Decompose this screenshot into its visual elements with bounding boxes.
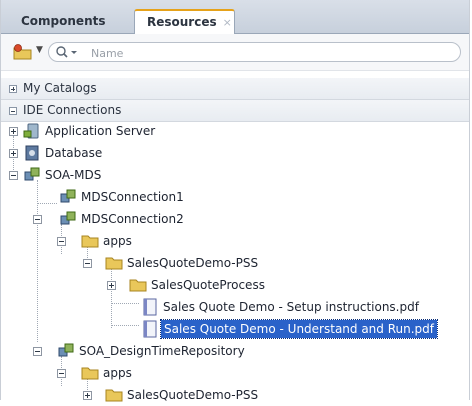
collapse-toggle-icon[interactable]: [33, 347, 42, 356]
folder-icon: [81, 367, 99, 380]
tree-label: apps: [103, 234, 132, 248]
expand-toggle-icon[interactable]: [83, 391, 92, 400]
server-icon: [23, 123, 39, 139]
toolbar: ▼: [1, 34, 469, 71]
tab-close-icon[interactable]: ×: [223, 16, 232, 29]
tree-label: Application Server: [45, 124, 156, 138]
resource-palette-panel: Components Resources× ▼ My Catalo: [0, 0, 470, 402]
tree-label: SalesQuoteDemo-PSS: [127, 388, 259, 402]
tree-label: Database: [45, 146, 103, 160]
my-catalogs-header[interactable]: My Catalogs: [1, 78, 469, 100]
tab-resources[interactable]: Resources ×: [134, 9, 235, 34]
tree-label: Sales Quote Demo - Setup instructions.pd…: [163, 300, 419, 314]
my-catalogs-label: My Catalogs: [23, 81, 97, 95]
connection-icon: [58, 343, 74, 357]
tab-resources-label: Resources: [147, 15, 217, 29]
collapse-toggle-icon[interactable]: [57, 237, 66, 246]
connection-icon: [24, 167, 40, 181]
tree-label: MDSConnection1: [81, 190, 184, 204]
expand-toggle-icon[interactable]: [107, 281, 116, 290]
tree-label: SOA_DesignTimeRepository: [79, 344, 245, 358]
collapse-toggle-icon[interactable]: [57, 369, 66, 378]
connection-icon: [60, 211, 76, 225]
tab-components-label: Components: [21, 14, 106, 28]
new-folder-icon[interactable]: [13, 44, 33, 63]
collapse-toggle-icon[interactable]: [83, 259, 92, 268]
expand-toggle-icon[interactable]: [9, 127, 18, 136]
document-icon: [143, 320, 157, 338]
connection-icon: [60, 189, 76, 203]
tree-label: apps: [103, 366, 132, 380]
folder-icon: [129, 279, 147, 292]
tab-strip: Components Resources ×: [1, 0, 469, 34]
database-icon: [25, 145, 39, 161]
tab-components[interactable]: Components: [9, 10, 133, 32]
chevron-down-icon[interactable]: ▼: [36, 45, 43, 55]
tree-label-selected: Sales Quote Demo - Understand and Run.pd…: [159, 319, 439, 339]
folder-icon: [105, 389, 123, 402]
tree-label: SalesQuoteDemo-PSS: [127, 256, 259, 270]
collapse-toggle-icon[interactable]: [33, 215, 42, 224]
search-input[interactable]: [89, 44, 453, 62]
tree-label: SOA-MDS: [45, 168, 102, 182]
tree-label: SalesQuoteProcess: [151, 278, 265, 292]
connections-tree: Application Server Database SOA-MDS MDSC…: [1, 120, 469, 402]
ide-connections-header[interactable]: IDE Connections: [1, 100, 469, 122]
expand-toggle-icon[interactable]: [9, 149, 18, 158]
collapse-toggle-icon[interactable]: [9, 171, 18, 180]
folder-icon: [105, 257, 123, 270]
search-icon[interactable]: [55, 45, 85, 62]
document-icon: [143, 298, 157, 316]
folder-icon: [81, 235, 99, 248]
collapse-icon: [9, 107, 17, 115]
tree-label: MDSConnection2: [81, 212, 184, 226]
ide-connections-label: IDE Connections: [23, 103, 122, 117]
expand-icon: [9, 85, 17, 93]
search-box: [48, 42, 461, 62]
